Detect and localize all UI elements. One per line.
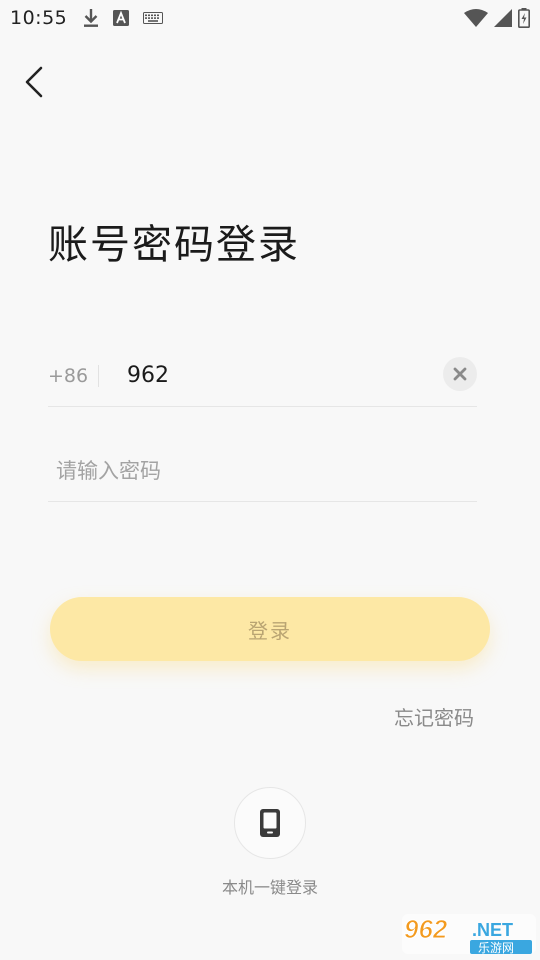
status-bar: 10:55 [0,0,540,36]
notification-icons [83,8,164,28]
watermark-subtitle: 乐游网 [478,941,514,955]
phone-field: +86 [48,345,477,407]
download-icon [83,8,99,28]
password-field [48,440,477,502]
a-letter-icon [113,10,130,26]
phone-input[interactable] [127,355,443,396]
close-icon [453,367,467,380]
country-code[interactable]: +86 [48,365,98,387]
country-code-divider [98,364,99,387]
watermark-suffix: .NET [472,920,513,940]
wifi-icon [464,9,488,27]
forgot-password-link[interactable]: 忘记密码 [394,702,474,731]
clear-phone-button[interactable] [443,356,477,391]
password-input[interactable] [48,450,477,491]
watermark-logo: 962 .NET 乐游网 [402,914,536,955]
back-button[interactable] [14,60,54,104]
battery-charging-icon [518,8,530,28]
one-tap-login-label: 本机一键登录 [221,878,318,897]
page-title: 账号密码登录 [48,222,300,268]
keyboard-icon [143,12,164,24]
one-tap-login-button[interactable] [234,787,306,859]
mobile-phone-icon [260,809,280,837]
login-button[interactable]: 登录 [50,597,490,661]
signal-icon [494,9,512,27]
status-time: 10:55 [10,7,68,29]
system-icons [464,8,530,28]
watermark-number: 962 [404,914,448,944]
login-page: 10:55 账号密码登录 +86 962 登录 忘记密码 本机一键登录 962 … [0,0,540,960]
back-arrow-icon [25,66,43,98]
